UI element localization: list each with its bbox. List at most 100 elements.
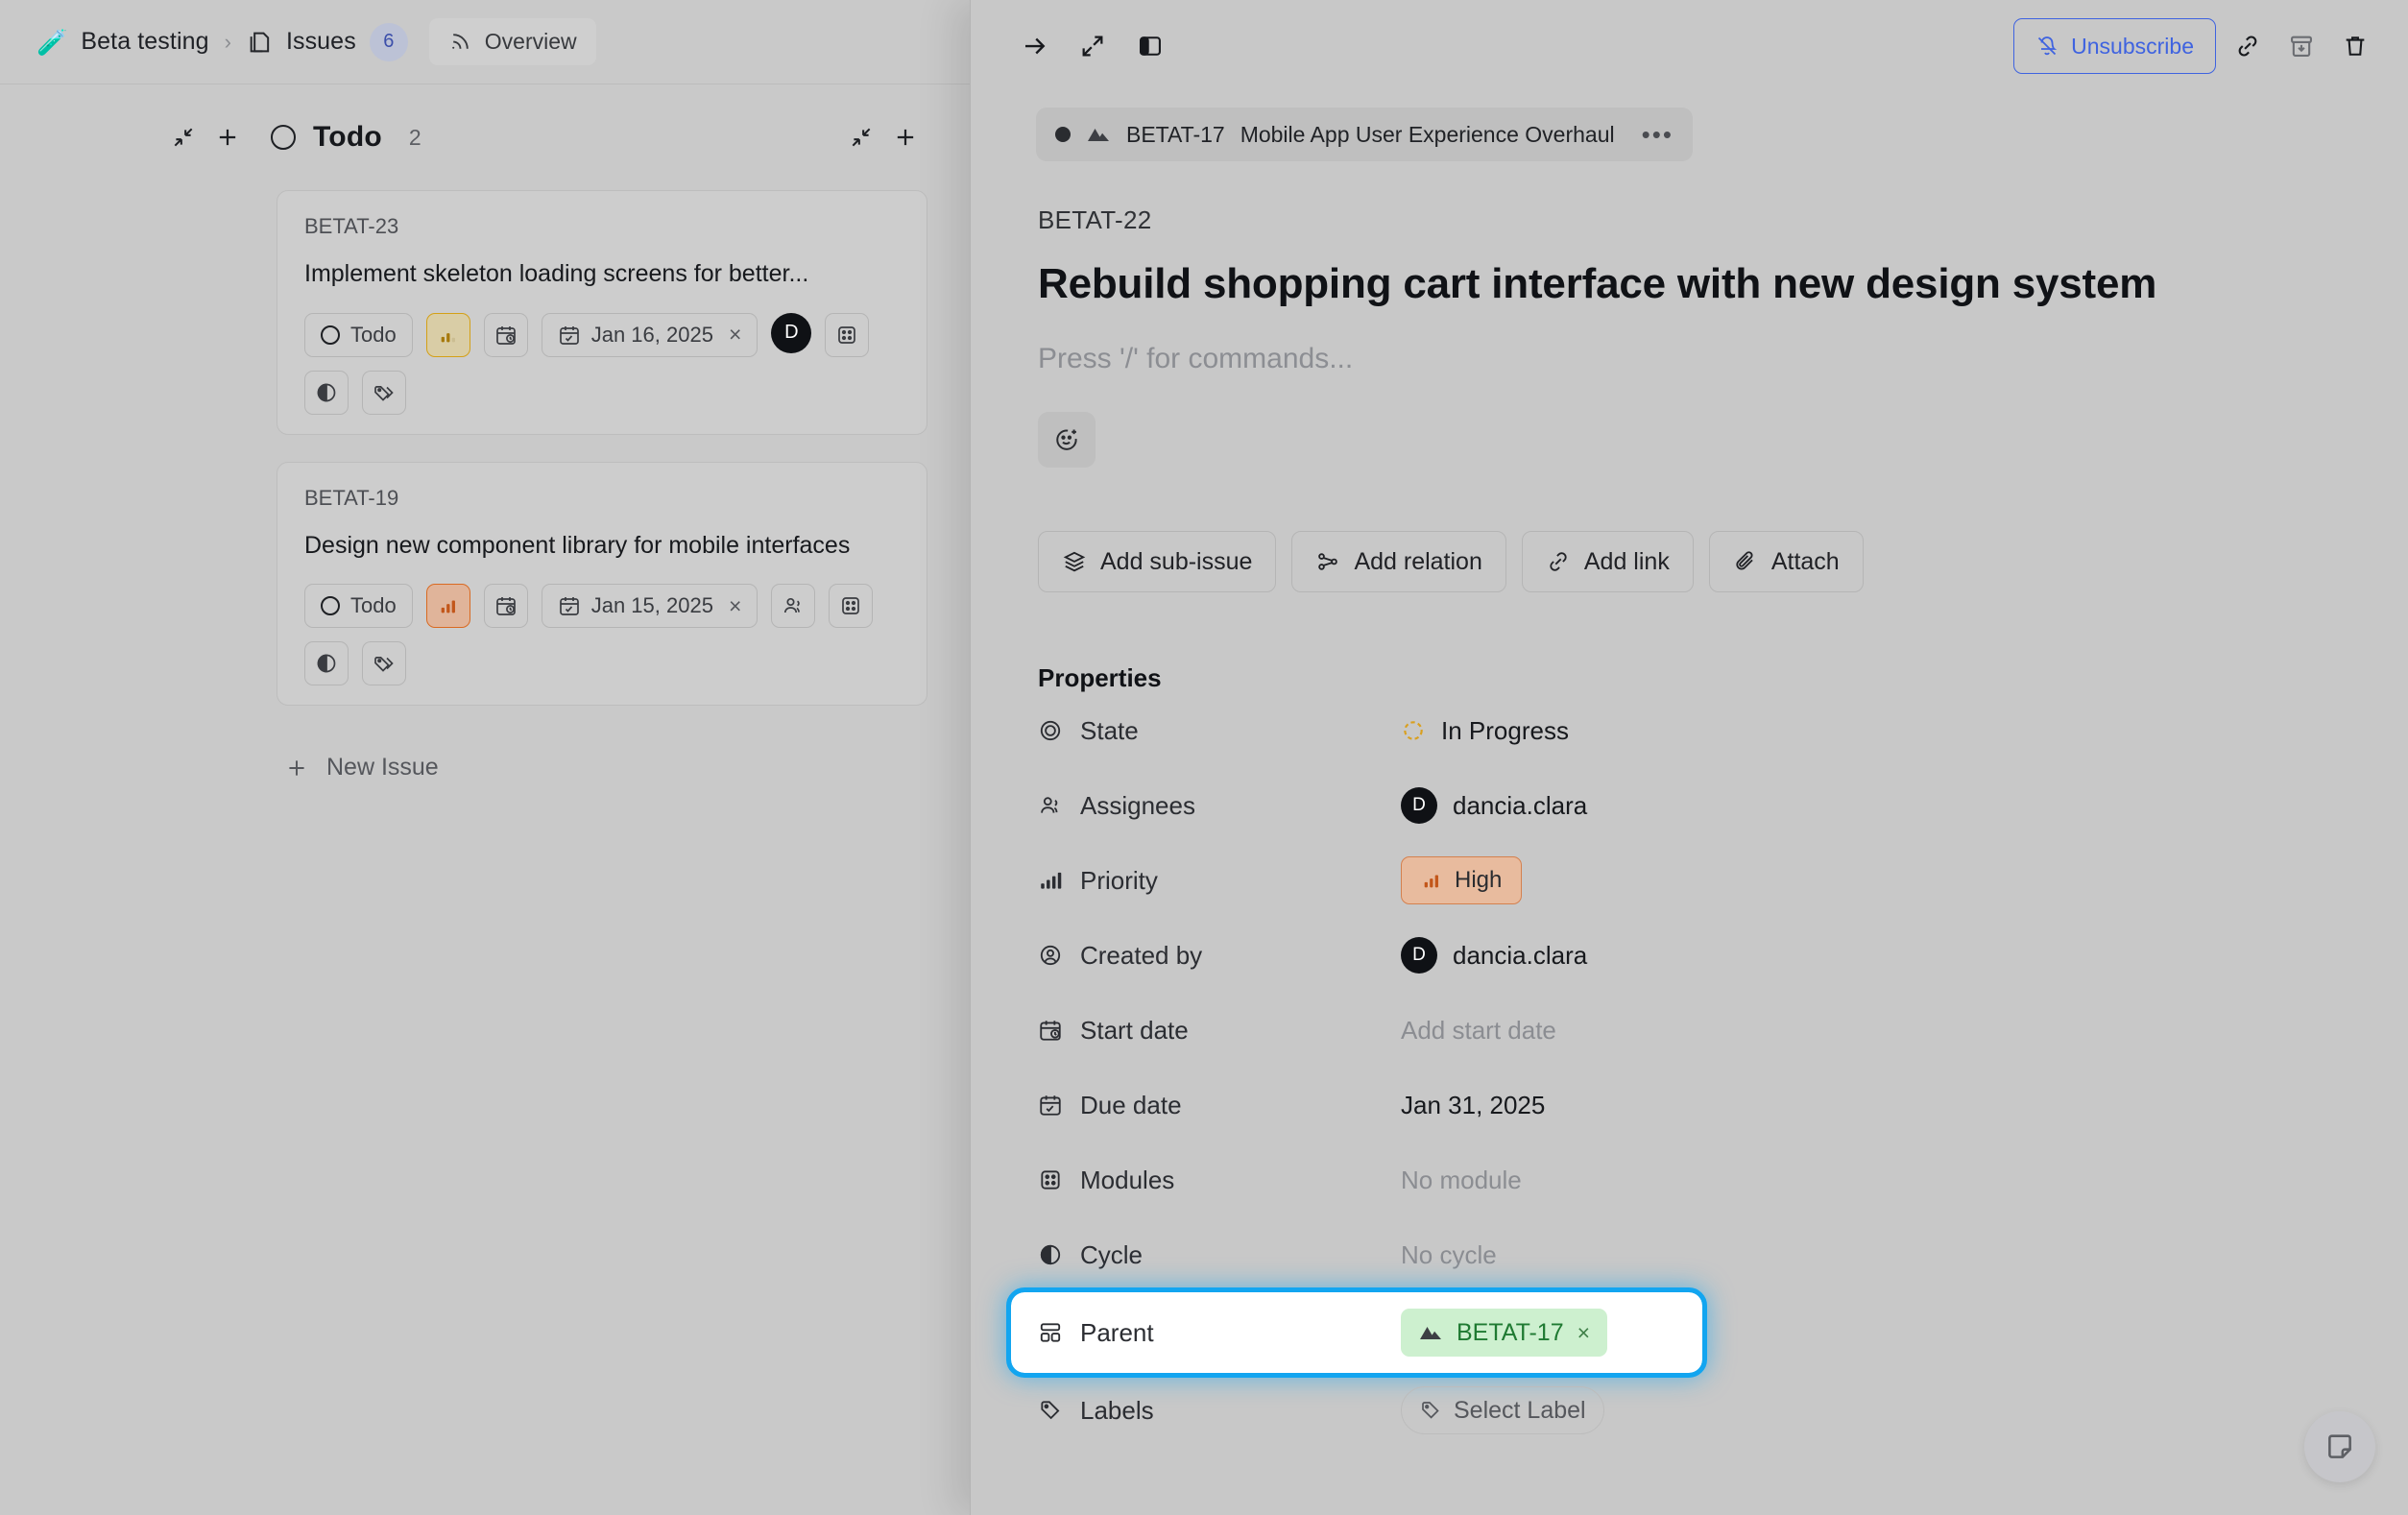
peek-toolbar: Unsubscribe — [971, 0, 2408, 92]
collapse-arrows-icon[interactable] — [161, 115, 205, 159]
plus-icon — [284, 756, 309, 781]
breadcrumb-issues[interactable]: Issues — [247, 28, 356, 56]
property-value-modules[interactable]: No module — [1401, 1166, 1522, 1195]
state-circle-icon — [1038, 718, 1063, 743]
trash-icon[interactable] — [2333, 24, 2377, 68]
sticky-note-icon[interactable] — [2304, 1411, 2375, 1482]
state-dot-icon — [1055, 127, 1071, 142]
priority-chip-medium[interactable] — [426, 313, 470, 357]
archive-icon[interactable] — [2279, 24, 2324, 68]
property-label-text: Assignees — [1080, 791, 1195, 821]
overview-button[interactable]: Overview — [429, 18, 596, 65]
chain-link-icon — [1546, 549, 1571, 574]
select-label-button[interactable]: Select Label — [1401, 1386, 1604, 1434]
unsubscribe-label: Unsubscribe — [2071, 34, 2194, 60]
property-value-text: Add start date — [1401, 1016, 1556, 1046]
property-value-start-date[interactable]: Add start date — [1401, 1016, 1556, 1046]
attach-button[interactable]: Attach — [1709, 531, 1864, 592]
state-chip[interactable]: Todo — [304, 584, 413, 628]
breadcrumb-project[interactable]: 🧪 Beta testing — [36, 28, 209, 56]
new-issue-button[interactable]: New Issue — [277, 733, 927, 782]
add-link-label: Add link — [1584, 548, 1670, 576]
module-grid-icon — [1038, 1167, 1063, 1192]
due-date-chip[interactable]: Jan 16, 2025 × — [542, 313, 759, 357]
cycle-chip[interactable] — [304, 371, 349, 415]
link-icon[interactable] — [2226, 24, 2270, 68]
state-chip-label: Todo — [350, 593, 397, 618]
property-label-text: Parent — [1080, 1318, 1154, 1348]
priority-badge-high[interactable]: High — [1401, 856, 1522, 904]
parent-breadcrumb-chip[interactable]: BETAT-17 Mobile App User Experience Over… — [1036, 108, 1693, 161]
property-value-priority[interactable]: High — [1401, 856, 1522, 904]
todo-state-circle-icon — [321, 596, 340, 615]
parent-badge-label: BETAT-17 — [1457, 1319, 1564, 1347]
property-label-text: Priority — [1080, 866, 1158, 896]
property-value-text: No module — [1401, 1166, 1522, 1195]
issues-stack-icon — [247, 29, 274, 56]
property-label-text: State — [1080, 716, 1139, 746]
property-value-labels[interactable]: Select Label — [1401, 1386, 1604, 1434]
epic-mountain-icon — [1418, 1322, 1443, 1343]
add-issue-icon-left[interactable] — [205, 115, 250, 159]
attach-label: Attach — [1771, 548, 1840, 576]
more-options-icon[interactable]: ••• — [1642, 120, 1674, 150]
side-panel-icon[interactable] — [1128, 24, 1172, 68]
labels-chip[interactable] — [362, 641, 406, 685]
property-label: Parent — [1038, 1318, 1401, 1348]
add-sub-issue-button[interactable]: Add sub-issue — [1038, 531, 1276, 592]
property-value-assignees[interactable]: D dancia.clara — [1401, 787, 1587, 824]
avatar: D — [1401, 787, 1437, 824]
bell-off-icon — [2035, 35, 2059, 58]
parent-remove-icon[interactable]: × — [1577, 1320, 1590, 1346]
add-issue-icon-right[interactable] — [883, 115, 927, 159]
labels-chip[interactable] — [362, 371, 406, 415]
property-value-text: Jan 31, 2025 — [1401, 1091, 1545, 1120]
property-label: Start date — [1038, 1016, 1401, 1046]
people-icon — [1038, 793, 1063, 818]
property-value-cycle[interactable]: No cycle — [1401, 1240, 1497, 1270]
column-title-group: Todo 2 — [271, 121, 421, 154]
property-value-state[interactable]: In Progress — [1401, 716, 1569, 746]
property-label-text: Modules — [1080, 1166, 1174, 1195]
priority-chip-high[interactable] — [426, 584, 470, 628]
add-sub-issue-label: Add sub-issue — [1100, 548, 1252, 576]
collapse-column-icon[interactable] — [839, 115, 883, 159]
property-row-modules: Modules No module — [1038, 1142, 2366, 1217]
unsubscribe-button[interactable]: Unsubscribe — [2013, 18, 2216, 74]
emoji-add-icon[interactable] — [1038, 412, 1096, 468]
start-date-chip[interactable] — [484, 313, 528, 357]
issue-card[interactable]: BETAT-19 Design new component library fo… — [277, 462, 927, 707]
column-title: Todo — [313, 121, 382, 154]
issue-card-title: Implement skeleton loading screens for b… — [304, 258, 900, 290]
property-value-parent[interactable]: BETAT-17 × — [1401, 1309, 1607, 1357]
issue-title[interactable]: Rebuild shopping cart interface with new… — [1038, 260, 2366, 308]
property-row-start-date: Start date Add start date — [1038, 993, 2366, 1068]
due-date-chip[interactable]: Jan 15, 2025 × — [542, 584, 759, 628]
parent-badge[interactable]: BETAT-17 × — [1401, 1309, 1607, 1357]
add-relation-button[interactable]: Add relation — [1291, 531, 1505, 592]
due-date-clear-icon[interactable]: × — [729, 593, 741, 619]
chevron-right-icon: › — [225, 30, 231, 55]
assignee-chip-empty[interactable] — [771, 584, 815, 628]
property-label: State — [1038, 716, 1401, 746]
description-editor[interactable]: Press '/' for commands... — [1038, 343, 2366, 375]
property-row-parent[interactable]: Parent BETAT-17 × — [1011, 1292, 1702, 1373]
property-value-text: No cycle — [1401, 1240, 1497, 1270]
cycle-chip[interactable] — [304, 641, 349, 685]
priority-bars-icon — [1038, 868, 1063, 893]
add-link-button[interactable]: Add link — [1522, 531, 1694, 592]
state-chip[interactable]: Todo — [304, 313, 413, 357]
issue-card[interactable]: BETAT-23 Implement skeleton loading scre… — [277, 190, 927, 435]
state-chip-label: Todo — [350, 323, 397, 348]
property-value-due-date[interactable]: Jan 31, 2025 — [1401, 1091, 1545, 1120]
start-date-chip[interactable] — [484, 584, 528, 628]
arrow-right-icon[interactable] — [1013, 24, 1057, 68]
rss-overview-icon — [448, 30, 472, 54]
module-chip[interactable] — [825, 313, 869, 357]
issue-card-title: Design new component library for mobile … — [304, 530, 900, 562]
due-date-clear-icon[interactable]: × — [729, 322, 741, 348]
property-row-due-date: Due date Jan 31, 2025 — [1038, 1068, 2366, 1142]
assignee-avatar[interactable]: D — [771, 313, 811, 353]
module-chip[interactable] — [829, 584, 873, 628]
expand-diagonal-icon[interactable] — [1071, 24, 1115, 68]
